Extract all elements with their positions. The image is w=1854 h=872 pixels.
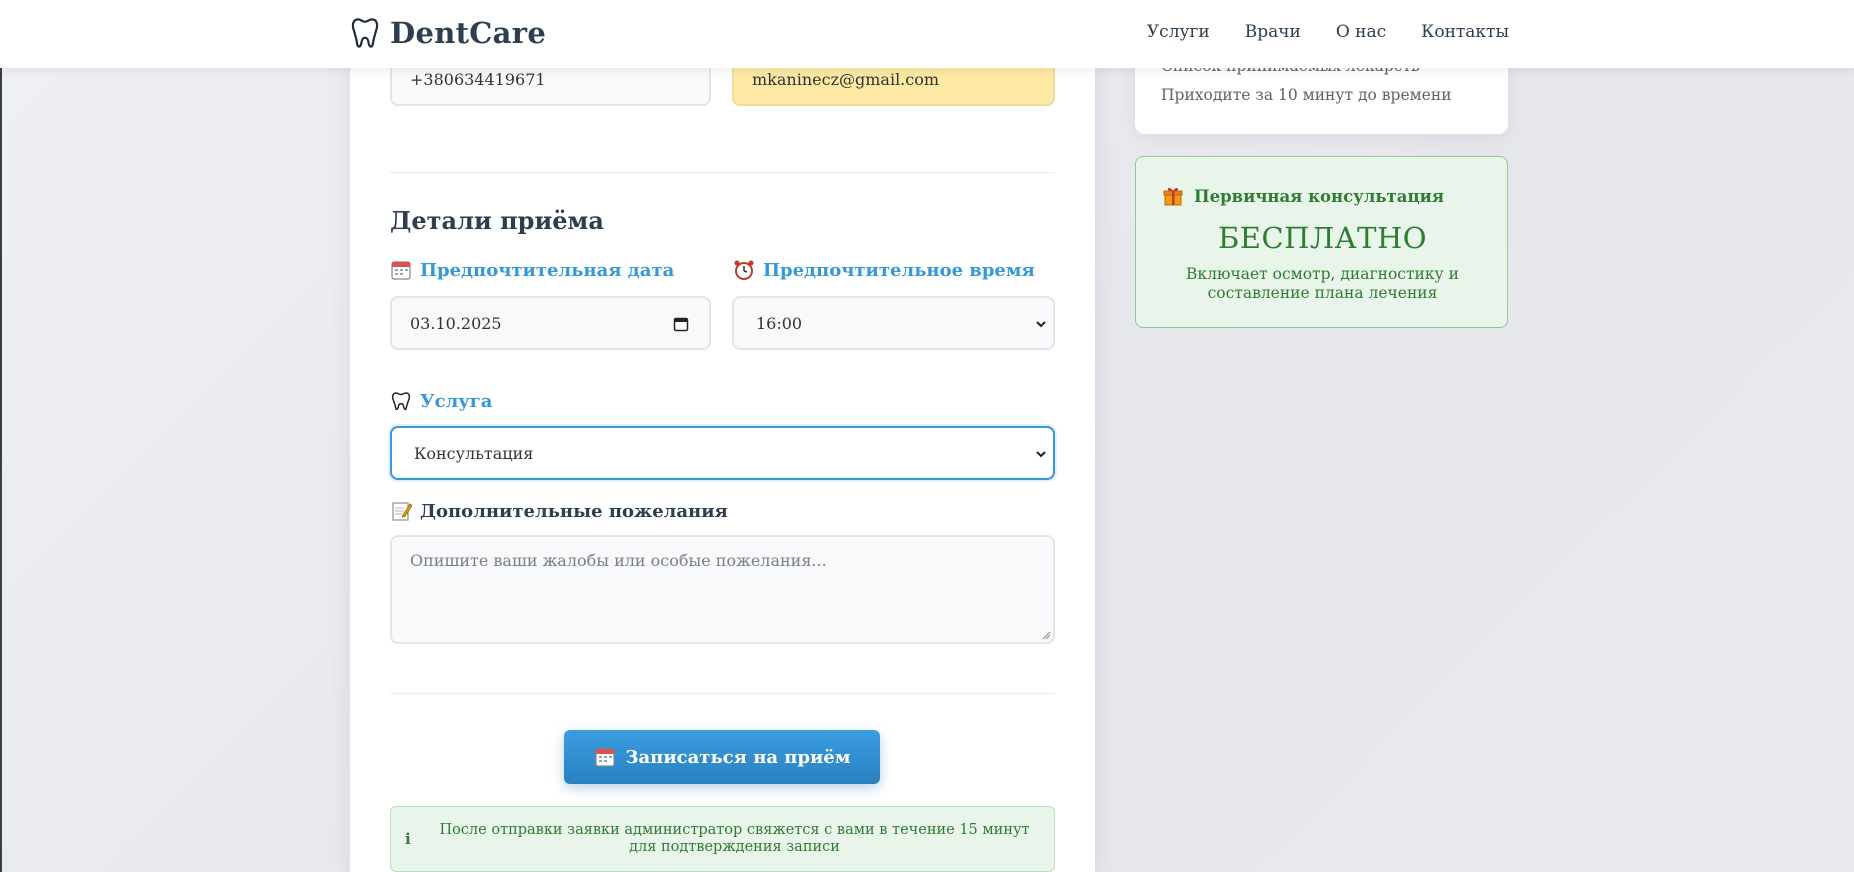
offer-title: Первичная консультация xyxy=(1194,186,1445,206)
service-label: Услуга xyxy=(390,390,492,412)
section-divider xyxy=(390,693,1055,694)
info-notice: i После отправки заявки администратор св… xyxy=(390,806,1055,872)
memo-icon xyxy=(392,502,412,521)
nav-item-about[interactable]: О нас xyxy=(1336,22,1386,42)
time-label-text: Предпочтительное время xyxy=(763,259,1035,281)
section-divider xyxy=(390,172,1055,173)
tip-item: Приходите за 10 минут до времени xyxy=(1161,86,1452,104)
date-input[interactable]: 03.10.2025 xyxy=(390,296,711,350)
service-value: Консультация xyxy=(414,443,534,463)
notes-textarea[interactable]: Опишите ваши жалобы или особые пожелания… xyxy=(390,535,1055,644)
site-header: DentCare Услуги Врачи О нас Контакты xyxy=(0,0,1854,68)
resize-handle[interactable] xyxy=(1041,630,1051,640)
window-edge xyxy=(0,0,2,872)
notes-label: Дополнительные пожелания xyxy=(390,500,728,522)
time-label: Предпочтительное время xyxy=(733,259,1035,281)
submit-button[interactable]: Записаться на приём xyxy=(564,730,880,784)
notes-placeholder: Опишите ваши жалобы или особые пожелания… xyxy=(410,551,827,570)
calendar-icon xyxy=(594,748,615,767)
submit-label: Записаться на приём xyxy=(625,746,851,768)
date-picker-icon[interactable] xyxy=(673,316,689,332)
date-value: 03.10.2025 xyxy=(410,313,502,333)
tooth-icon xyxy=(391,392,411,411)
notes-label-text: Дополнительные пожелания xyxy=(420,500,728,522)
logo-text: DentCare xyxy=(390,16,547,50)
offer-description: Включает осмотр, диагностику и составлен… xyxy=(1186,265,1459,303)
offer-price: БЕСПЛАТНО xyxy=(1217,221,1428,255)
main-nav: Услуги Врачи О нас Контакты xyxy=(1147,22,1509,42)
gift-icon xyxy=(1163,187,1183,206)
alarm-clock-icon xyxy=(734,260,754,280)
phone-value: +380634419671 xyxy=(410,69,546,89)
free-consultation-card: Первичная консультация БЕСПЛАТНО Включае… xyxy=(1135,156,1508,328)
logo[interactable]: DentCare xyxy=(350,16,546,50)
nav-item-contacts[interactable]: Контакты xyxy=(1421,22,1509,42)
service-label-text: Услуга xyxy=(420,390,493,412)
date-label: Предпочтительная дата xyxy=(390,259,674,281)
date-label-text: Предпочтительная дата xyxy=(420,259,675,281)
chevron-down-icon xyxy=(1036,451,1046,458)
tooth-icon xyxy=(351,18,379,48)
notice-text: После отправки заявки администратор свяж… xyxy=(439,821,1030,855)
nav-item-doctors[interactable]: Врачи xyxy=(1245,22,1301,42)
time-value: 16:00 xyxy=(756,313,803,333)
nav-item-services[interactable]: Услуги xyxy=(1147,22,1210,42)
chevron-down-icon xyxy=(1036,321,1046,328)
time-select[interactable]: 16:00 xyxy=(732,296,1055,350)
service-select[interactable]: Консультация xyxy=(390,426,1055,480)
calendar-icon xyxy=(391,261,411,280)
appointment-details-title: Детали приёма xyxy=(390,206,604,235)
email-value: mkaninecz@gmail.com xyxy=(752,69,940,89)
booking-form-card: +380634419671 mkaninecz@gmail.com Детали… xyxy=(350,0,1095,872)
offer-header: Первичная консультация xyxy=(1162,185,1444,207)
info-icon: i xyxy=(405,830,411,848)
